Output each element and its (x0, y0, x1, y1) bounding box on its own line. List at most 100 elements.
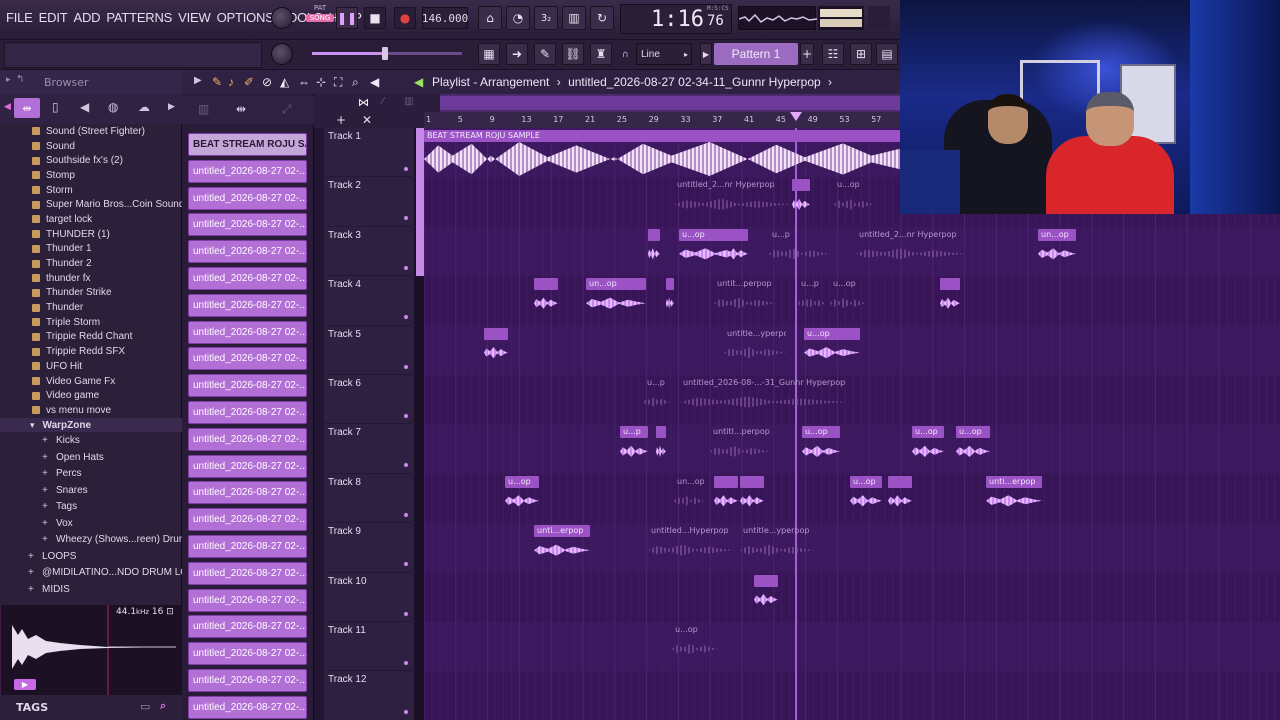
select-icon[interactable]: ⊹ (316, 75, 326, 89)
picker-clip[interactable]: untitled_2026-08-27 02-... (188, 695, 307, 719)
snap-play-icon[interactable]: ⋈ (358, 96, 369, 109)
prev-pattern-button[interactable]: ▶ (700, 43, 712, 65)
audio-clip-small[interactable] (754, 574, 778, 587)
browser-item[interactable]: UFO Hit (0, 359, 182, 374)
browser-subfolder[interactable]: + Wheezy (Shows...reen) Drumkit (0, 531, 182, 548)
picker-clip[interactable]: untitled_2026-08-27 02-... (188, 320, 307, 344)
search-icon[interactable]: ⌕ (160, 699, 166, 713)
time-display[interactable]: 1:16 76 M:S:CS (620, 4, 732, 34)
track-mute-led[interactable] (403, 660, 409, 666)
audio-clip[interactable]: u...p (798, 278, 826, 290)
playlist-play-icon[interactable]: ◀ (414, 75, 423, 89)
browser-item[interactable]: Thunder 2 (0, 256, 182, 271)
picker-clip[interactable]: untitled_2026-08-27 02-... (188, 293, 307, 317)
menu-edit[interactable]: EDIT (39, 10, 68, 25)
browser-subfolder[interactable]: + Percs (0, 465, 182, 482)
audio-clip-small[interactable] (648, 228, 660, 241)
track-header[interactable]: Track 1 (324, 128, 416, 178)
playlist-button[interactable]: ▤ (876, 43, 898, 65)
browser-item[interactable]: Trippie Redd SFX (0, 344, 182, 359)
picker-clip[interactable]: untitled_2026-08-27 02-... (188, 427, 307, 451)
audio-clip[interactable]: u...p (644, 377, 670, 389)
brush-button[interactable]: ✎ (534, 43, 556, 65)
track-header[interactable]: Track 4 (324, 276, 416, 326)
picker-clip[interactable]: untitled_2026-08-27 02-... (188, 642, 307, 666)
master-pitch-knob[interactable] (271, 43, 293, 65)
track-lane[interactable] (424, 572, 1280, 622)
volume-slider-handle[interactable] (382, 47, 388, 60)
track-lane[interactable] (424, 226, 1280, 277)
link-button[interactable]: ⛓ (562, 43, 584, 65)
record-button[interactable]: ● (394, 7, 416, 29)
picker-clip[interactable]: untitled_2026-08-27 02-... (188, 454, 307, 478)
plugin-icon[interactable]: ◀ (80, 100, 89, 114)
track-header[interactable]: Track 10 (324, 573, 416, 622)
snap-select[interactable]: Line ▸ (636, 43, 692, 65)
folder-icon[interactable]: ▭ (140, 700, 150, 713)
picker-pattern-icon[interactable]: ▥ (198, 102, 209, 116)
picker-clip[interactable]: untitled_2026-08-27 02-... (188, 561, 307, 585)
audio-clip[interactable]: u...p (769, 229, 829, 241)
browser-all-tab[interactable]: ⇹ (14, 98, 40, 118)
picker-clip[interactable]: untitled_2026-08-27 02-... (188, 615, 307, 639)
track-header[interactable]: Track 11 (324, 622, 416, 672)
track-mute-led[interactable] (403, 610, 409, 617)
zoom-icon[interactable]: ⌕ (352, 75, 359, 90)
audio-clip-small[interactable] (534, 278, 558, 291)
picker-clip[interactable]: untitled_2026-08-27 02-... (188, 240, 307, 264)
browser-subfolder[interactable]: + Tags (0, 498, 182, 515)
speaker-icon[interactable]: ◀ (370, 75, 379, 89)
link-small-icon[interactable]: ⁄ (382, 96, 384, 107)
menu-file[interactable]: FILE (6, 10, 33, 25)
audio-clip[interactable]: u...op (802, 426, 840, 439)
browser-item[interactable]: Thunder (0, 300, 182, 315)
audio-clip-small[interactable] (724, 228, 748, 241)
audio-clip[interactable]: untitled...Hyperpop (648, 525, 734, 537)
browser-top-folder[interactable]: + MIDIS (0, 581, 182, 598)
close-icon[interactable]: ✕ (362, 113, 372, 127)
browser-item[interactable]: Triple Storm (0, 315, 182, 330)
track-mute-led[interactable] (403, 166, 409, 172)
slice-icon[interactable]: ♪ (228, 75, 234, 89)
track-header[interactable]: Track 6 (324, 375, 416, 425)
menu-add[interactable]: ADD (73, 10, 100, 25)
audio-clip[interactable]: untitl...perpop (710, 426, 770, 438)
track-header-scroll-thumb[interactable] (416, 128, 424, 276)
pattern-selector[interactable]: Pattern 1 (714, 43, 798, 65)
audio-clip-small[interactable] (714, 475, 738, 488)
browser-item[interactable]: Stomp (0, 168, 182, 183)
browser-top-folder[interactable]: + @MIDILATINO...NDO DRUM LOOPS (0, 564, 182, 581)
browser-item[interactable]: Sound (0, 139, 182, 154)
menu-options[interactable]: OPTIONS (217, 10, 274, 25)
track-lane[interactable] (424, 671, 1280, 720)
picker-clip[interactable]: untitled_2026-08-27 02-... (188, 374, 307, 398)
audio-clip[interactable]: untitle...yperpop (740, 525, 814, 537)
audio-clip[interactable]: u...op (804, 327, 860, 340)
browser-item[interactable]: Trippie Redd Chant (0, 330, 182, 345)
add-pattern-button[interactable]: + (800, 43, 814, 65)
browser-item[interactable]: Sound (Street Fighter) (0, 124, 182, 139)
add-track-icon[interactable]: + (336, 113, 346, 127)
browser-folder[interactable]: ▾ WarpZone (0, 417, 182, 433)
audio-clip[interactable]: unti...erpop (534, 525, 590, 538)
volume-slider[interactable] (312, 47, 462, 60)
browser-item[interactable]: THUNDER (1) (0, 227, 182, 242)
track-header[interactable]: Track 8 (324, 474, 416, 524)
track-lane[interactable] (424, 622, 1280, 672)
audio-clip[interactable]: u...op (672, 624, 718, 636)
preview-play-button[interactable]: ▶ (14, 679, 36, 690)
track-scrollbar[interactable] (314, 128, 324, 720)
picker-clip[interactable]: untitled_2026-08-27 02-... (188, 535, 307, 558)
audio-clip[interactable]: untit...perpop (714, 278, 776, 290)
audio-clip-small[interactable] (888, 475, 912, 488)
track-header[interactable]: Track 2 (324, 177, 416, 227)
metronome-button[interactable]: ⌂ (478, 6, 502, 30)
track-header[interactable]: Track 7 (324, 424, 416, 474)
slip-icon[interactable]: ⇔ (298, 75, 310, 89)
overview-bar[interactable] (440, 94, 900, 112)
mixer-button[interactable]: ☷ (822, 43, 844, 65)
audio-clip[interactable]: un...op (674, 476, 704, 488)
audio-clip-small[interactable] (666, 278, 674, 291)
paint-icon[interactable]: ✐ (244, 75, 254, 89)
pause-button[interactable]: ❚❚ (336, 7, 358, 29)
